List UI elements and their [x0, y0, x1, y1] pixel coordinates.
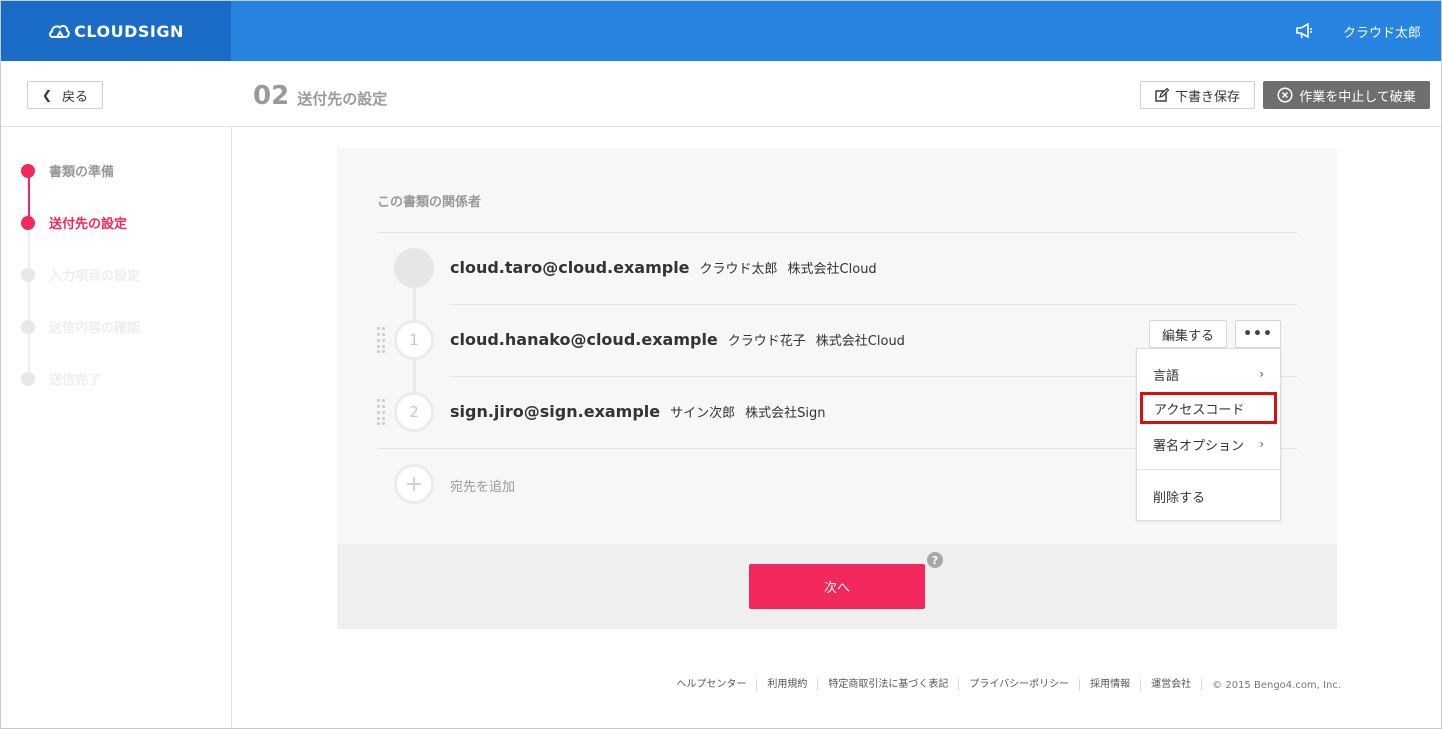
top-navigation-bar: CLOUDSIGN クラウド太郎 — [1, 1, 1441, 61]
sidebar-step-complete: 送信完了 — [21, 369, 101, 388]
save-draft-label: 下書き保存 — [1174, 89, 1240, 105]
footer-link-privacy[interactable]: プライバシーポリシー — [959, 679, 1081, 691]
footer-link-terms[interactable]: 利用規約 — [757, 679, 819, 691]
chevron-left-icon: ❮ — [41, 88, 53, 102]
menu-item-signing-options[interactable]: 署名オプション › — [1137, 428, 1280, 460]
divider — [450, 304, 1297, 305]
sidebar-step-label: 入力項目の設定 — [49, 269, 141, 284]
step-header: ❮ 戻る 02 送付先の設定 下書き保存 作業を中止して破棄 — [1, 61, 1441, 127]
menu-divider — [1137, 469, 1280, 470]
sidebar-step-label: 書類の準備 — [49, 165, 115, 180]
progress-sidebar: 書類の準備 送付先の設定 入力項目の設定 送信内容の確認 送信完了 — [1, 127, 232, 728]
recipient-name: クラウド花子 — [727, 334, 806, 349]
divider — [377, 232, 1297, 233]
menu-item-access-code[interactable]: アクセスコード — [1140, 392, 1277, 424]
owner-avatar — [394, 248, 434, 288]
sidebar-step-label: 送信内容の確認 — [49, 321, 141, 336]
section-title: この書類の関係者 — [377, 195, 482, 210]
owner-row: cloud.taro@cloud.example クラウド太郎 株式会社Clou… — [450, 258, 877, 277]
drag-handle-icon[interactable] — [377, 399, 386, 425]
recipient-company: 株式会社Cloud — [815, 334, 905, 349]
step-number: 02 — [253, 81, 290, 111]
menu-item-label: 削除する — [1153, 490, 1206, 506]
owner-email: cloud.taro@cloud.example — [450, 258, 690, 277]
footer-link-commerce-law[interactable]: 特定商取引法に基づく表記 — [818, 679, 960, 691]
step-dot — [21, 371, 35, 386]
step-dot — [21, 319, 35, 334]
cloud-logo-icon — [49, 24, 70, 38]
footer-links: ヘルプセンター 利用規約 特定商取引法に基づく表記 プライバシーポリシー 採用情… — [666, 679, 1341, 691]
drag-handle-icon[interactable] — [377, 327, 386, 353]
chevron-right-icon: › — [1259, 367, 1264, 381]
next-button[interactable]: 次へ — [749, 564, 925, 609]
help-icon[interactable]: ? — [927, 552, 943, 568]
sidebar-step-document-prep[interactable]: 書類の準備 — [21, 161, 114, 180]
page-title: 02 送付先の設定 — [253, 81, 387, 111]
card-footer: 次へ ? — [337, 544, 1337, 629]
owner-company: 株式会社Cloud — [787, 262, 877, 277]
discard-label: 作業を中止して破棄 — [1299, 89, 1416, 105]
edit-icon — [1155, 88, 1169, 102]
topbar-right: クラウド太郎 — [1295, 1, 1421, 61]
menu-item-label: 署名オプション — [1153, 438, 1245, 454]
recipient-email: sign.jiro@sign.example — [450, 402, 661, 421]
sidebar-step-recipients[interactable]: 送付先の設定 — [21, 213, 127, 232]
user-name-menu[interactable]: クラウド太郎 — [1343, 22, 1421, 41]
recipient-row: cloud.hanako@cloud.example クラウド花子 株式会社Cl… — [450, 330, 905, 349]
progress-line-pending — [28, 219, 30, 375]
menu-item-label: 言語 — [1153, 368, 1180, 384]
chevron-right-icon: › — [1259, 437, 1264, 451]
logo-text: CLOUDSIGN — [74, 21, 184, 41]
step-dot — [21, 215, 35, 230]
recipient-order-badge: 2 — [394, 392, 434, 432]
menu-item-delete[interactable]: 削除する — [1137, 480, 1280, 512]
menu-item-language[interactable]: 言語 › — [1137, 358, 1280, 390]
save-draft-button[interactable]: 下書き保存 — [1140, 81, 1255, 109]
recipient-name: サイン次郎 — [670, 406, 736, 421]
footer-link-help-center[interactable]: ヘルプセンター — [666, 679, 758, 691]
menu-item-label: アクセスコード — [1154, 402, 1245, 418]
step-label: 送付先の設定 — [297, 90, 388, 108]
owner-name: クラウド太郎 — [699, 262, 778, 277]
sidebar-step-input-fields: 入力項目の設定 — [21, 265, 140, 284]
discard-button[interactable]: 作業を中止して破棄 — [1263, 81, 1430, 109]
cloudsign-logo[interactable]: CLOUDSIGN — [1, 1, 231, 61]
sidebar-step-confirm: 送信内容の確認 — [21, 317, 140, 336]
recipient-company: 株式会社Sign — [745, 406, 826, 421]
edit-recipient-button[interactable]: 編集する — [1149, 320, 1227, 348]
step-dot — [21, 163, 35, 178]
footer-link-company[interactable]: 運営会社 — [1141, 679, 1203, 691]
recipient-email: cloud.hanako@cloud.example — [450, 330, 718, 349]
recipient-row: sign.jiro@sign.example サイン次郎 株式会社Sign — [450, 402, 826, 421]
copyright: © 2015 Bengo4.com, Inc. — [1212, 679, 1341, 691]
back-button-label: 戻る — [62, 89, 89, 105]
footer-link-careers[interactable]: 採用情報 — [1080, 679, 1142, 691]
sidebar-step-label: 送付先の設定 — [49, 217, 128, 232]
more-options-dropdown: 言語 › アクセスコード 署名オプション › 削除する — [1136, 348, 1281, 521]
close-circle-icon — [1277, 87, 1293, 103]
megaphone-icon[interactable] — [1295, 23, 1313, 39]
back-button[interactable]: ❮ 戻る — [27, 81, 103, 109]
recipient-order-badge: 1 — [394, 320, 434, 360]
add-recipient-icon[interactable]: + — [394, 464, 434, 504]
more-options-button[interactable]: ••• — [1235, 320, 1281, 348]
sidebar-step-label: 送信完了 — [49, 373, 102, 388]
step-dot — [21, 267, 35, 282]
add-recipient-link[interactable]: 宛先を追加 — [450, 476, 515, 495]
